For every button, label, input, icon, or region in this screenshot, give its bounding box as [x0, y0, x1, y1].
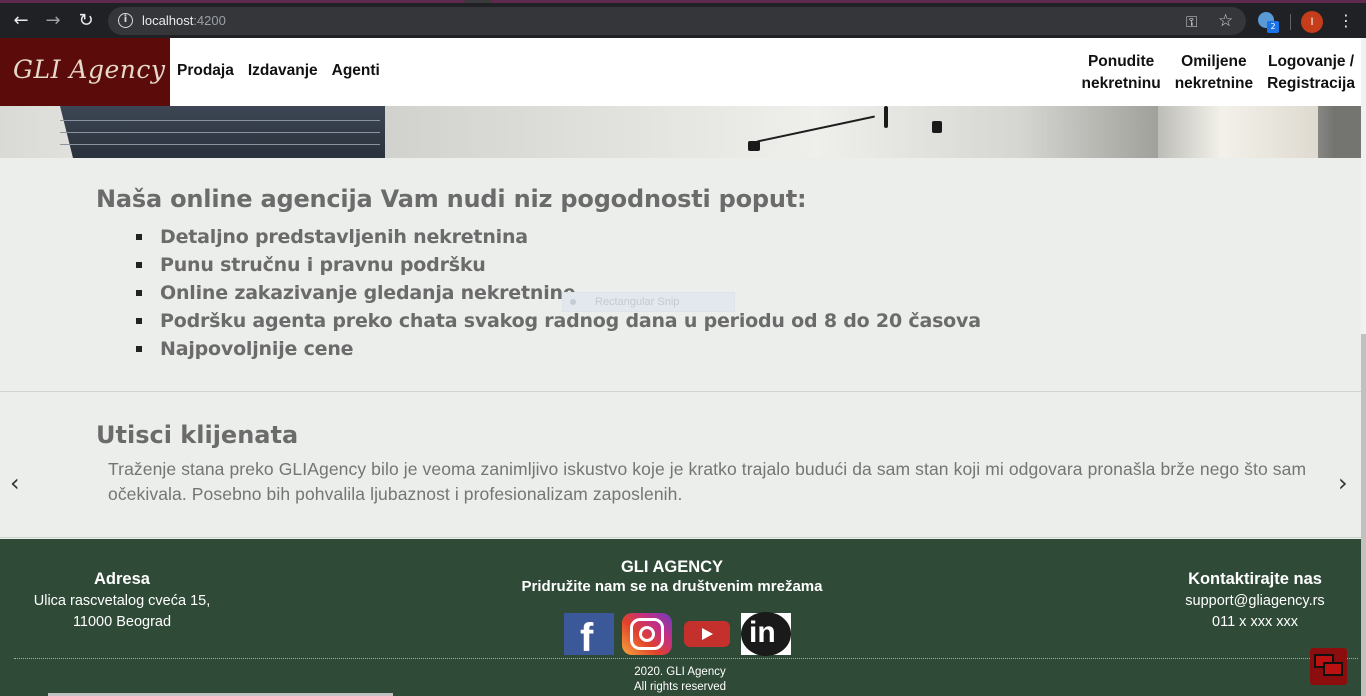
- forward-icon[interactable]: →: [42, 11, 64, 31]
- site-footer: Adresa Ulica rascvetalog cveća 15, 11000…: [0, 539, 1361, 696]
- back-icon[interactable]: ←: [10, 11, 32, 31]
- nav-prodaja[interactable]: Prodaja: [177, 62, 234, 80]
- list-item: Detaljno predstavljenih nekretnina: [130, 224, 981, 252]
- copyright-line1: 2020. GLI Agency: [634, 666, 726, 678]
- contact-title: Kontaktirajte nas: [1188, 570, 1322, 588]
- footer-brand: GLI AGENCY: [620, 558, 724, 576]
- snip-overlay: Rectangular Snip: [562, 292, 735, 312]
- footer-contact: Kontaktirajte nas support@gliagency.rs 0…: [1155, 570, 1355, 633]
- extension-badge: 2: [1267, 21, 1279, 33]
- hero-lamp: [748, 141, 760, 151]
- nav-izdavanje[interactable]: Izdavanje: [248, 62, 318, 80]
- social-title: Pridružite nam se na društvenim mrežama: [521, 578, 823, 595]
- snip-icon: [570, 299, 576, 305]
- contact-phone: 011 x xxx xxx: [1212, 614, 1298, 630]
- chat-icon[interactable]: [1310, 648, 1347, 685]
- list-item: Punu stručnu i pravnu podršku: [130, 252, 981, 280]
- nav-login-register[interactable]: Logovanje / Registracija: [1267, 51, 1355, 95]
- snip-label: Rectangular Snip: [595, 296, 680, 308]
- copyright-line2: All rights reserved: [633, 681, 727, 693]
- footer-address: Adresa Ulica rascvetalog cveća 15, 11000…: [22, 570, 222, 633]
- copyright: 2020. GLI Agency All rights reserved: [580, 665, 780, 695]
- hero-lamp-arm: [757, 115, 875, 143]
- carousel-next-icon[interactable]: ›: [1338, 469, 1348, 497]
- toolbar-divider: [1290, 14, 1291, 30]
- user-nav: Ponudite nekretninu Omiljene nekretnine Lo…: [1081, 51, 1355, 95]
- footer-social: GLI AGENCY Pridružite nam se na društven…: [472, 558, 872, 595]
- profile-avatar[interactable]: I: [1301, 11, 1323, 33]
- carousel-prev-icon[interactable]: ‹: [10, 469, 20, 497]
- hero-lamp: [884, 106, 888, 128]
- youtube-icon[interactable]: [684, 621, 730, 647]
- address-line1: Ulica rascvetalog cveća 15,: [33, 593, 211, 609]
- nav-label-line2: nekretnine: [1174, 75, 1254, 92]
- list-item: Najpovoljnije cene: [130, 336, 981, 364]
- vertical-scrollbar[interactable]: [1361, 38, 1366, 696]
- browser-toolbar: ← → ↻ i localhost:4200 ⚿ ☆ 2 I ⋮: [0, 0, 1366, 38]
- address-title: Adresa: [94, 570, 150, 588]
- testimonials-title: Utisci klijenata: [96, 421, 299, 449]
- hero-lamp: [932, 121, 942, 133]
- benefits-section: Naša online agencija Vam nudi niz pogodn…: [0, 158, 1361, 392]
- scrollbar-thumb[interactable]: [1361, 334, 1366, 696]
- hero-stripe: [60, 120, 380, 121]
- hero-wall: [1158, 106, 1318, 158]
- linkedin-icon[interactable]: in: [741, 612, 791, 656]
- nav-ponudite-nekretninu[interactable]: Ponudite nekretninu: [1081, 51, 1160, 95]
- contact-email[interactable]: support@gliagency.rs: [1155, 591, 1355, 612]
- logo-text: GLI Agency: [13, 55, 166, 84]
- nav-label-line1: Logovanje /: [1267, 53, 1355, 70]
- nav-label-line2: Registracija: [1267, 75, 1355, 92]
- nav-label-line1: Ponudite: [1087, 53, 1155, 70]
- star-icon[interactable]: ☆: [1218, 11, 1233, 31]
- nav-omiljene-nekretnine[interactable]: Omiljene nekretnine: [1175, 51, 1253, 95]
- hero-stripe: [60, 144, 380, 145]
- list-item: Online zakazivanje gledanja nekretnine: [130, 280, 981, 308]
- benefits-list: Detaljno predstavljenih nekretnina Punu …: [130, 224, 981, 364]
- main-nav: Prodaja Izdavanje Agenti: [177, 62, 380, 80]
- url-text[interactable]: localhost:4200: [142, 13, 226, 28]
- site-header: GLI Agency Prodaja Izdavanje Agenti Ponu…: [0, 38, 1361, 106]
- tab-strip: [0, 0, 1366, 3]
- facebook-icon[interactable]: f: [564, 613, 614, 660]
- hero-stripe: [60, 132, 380, 133]
- logo[interactable]: GLI Agency: [0, 38, 170, 106]
- url-host: localhost: [142, 13, 194, 28]
- extension-icon[interactable]: 2: [1258, 12, 1279, 33]
- list-item: Podršku agenta preko chata svakog radnog…: [130, 308, 981, 336]
- testimonial-text: Traženje stana preko GLIAgency bilo je v…: [108, 459, 1307, 504]
- hero-image: [0, 106, 1361, 158]
- testimonials-section: Utisci klijenata ‹ Traženje stana preko …: [0, 393, 1361, 538]
- footer-divider: [14, 658, 1358, 659]
- nav-label-line2: nekretninu: [1081, 75, 1161, 92]
- address-line2: 11000 Beograd: [72, 614, 172, 630]
- info-icon[interactable]: i: [118, 13, 133, 28]
- address-bar[interactable]: i localhost:4200 ⚿ ☆: [108, 7, 1246, 35]
- reload-icon[interactable]: ↻: [75, 11, 97, 31]
- url-port: :4200: [193, 13, 226, 28]
- nav-label-line1: Omiljene: [1181, 53, 1247, 70]
- key-icon[interactable]: ⚿: [1186, 13, 1197, 31]
- benefits-title: Naša online agencija Vam nudi niz pogodn…: [96, 185, 807, 213]
- nav-agenti[interactable]: Agenti: [332, 62, 380, 80]
- instagram-icon[interactable]: [622, 613, 672, 655]
- chat-bubble: [1323, 662, 1343, 676]
- menu-icon[interactable]: ⋮: [1338, 11, 1354, 31]
